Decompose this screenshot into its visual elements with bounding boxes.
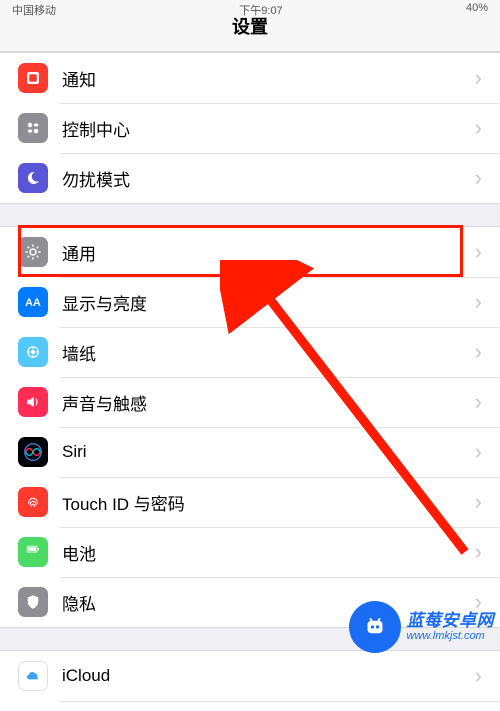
chevron-right-icon: ›	[475, 489, 482, 515]
chevron-right-icon: ›	[475, 115, 482, 141]
chevron-right-icon: ›	[475, 439, 482, 465]
watermark-logo-icon	[349, 601, 401, 653]
row-siri[interactable]: Siri ›	[0, 427, 500, 477]
row-label: 通知	[62, 66, 475, 91]
row-label: 墙纸	[62, 340, 475, 365]
svg-text:AA: AA	[25, 297, 41, 309]
status-bar: 中国移动 下午9:07 40%	[0, 2, 500, 18]
row-notifications[interactable]: 通知 ›	[0, 53, 500, 103]
row-display[interactable]: AA 显示与亮度 ›	[0, 277, 500, 327]
settings-group-2: iCloud › iTunes Store 与 App Store ›	[0, 650, 500, 711]
chevron-right-icon: ›	[475, 165, 482, 191]
row-wallpaper[interactable]: 墙纸 ›	[0, 327, 500, 377]
status-carrier: 中国移动	[12, 2, 56, 18]
chevron-right-icon: ›	[475, 289, 482, 315]
settings-group-1: 通用 › AA 显示与亮度 › 墙纸 › 声音与触感 ›	[0, 226, 500, 628]
row-label: 声音与触感	[62, 390, 475, 415]
notifications-icon	[18, 63, 48, 93]
row-touchid[interactable]: Touch ID 与密码 ›	[0, 477, 500, 527]
chevron-right-icon: ›	[475, 339, 482, 365]
row-label: 电池	[62, 540, 475, 565]
row-label: iCloud	[62, 666, 475, 686]
touchid-icon	[18, 487, 48, 517]
privacy-icon	[18, 587, 48, 617]
wallpaper-icon	[18, 337, 48, 367]
row-label: 勿扰模式	[62, 166, 475, 191]
display-icon: AA	[18, 287, 48, 317]
chevron-right-icon: ›	[475, 539, 482, 565]
row-icloud[interactable]: iCloud ›	[0, 651, 500, 701]
row-label: 通用	[62, 240, 475, 265]
watermark: 蓝莓安卓网 www.lmkjst.com	[349, 601, 495, 653]
row-label: 显示与亮度	[62, 290, 475, 315]
settings-screen: 中国移动 下午9:07 40% 设置 通知 › 控制中心 › 勿扰模式 ›	[0, 0, 500, 711]
watermark-title: 蓝莓安卓网	[407, 611, 495, 631]
chevron-right-icon: ›	[475, 663, 482, 689]
dnd-icon	[18, 163, 48, 193]
row-label: Touch ID 与密码	[62, 490, 475, 515]
status-battery: 40%	[466, 2, 488, 18]
row-do-not-disturb[interactable]: 勿扰模式 ›	[0, 153, 500, 203]
status-time: 下午9:07	[239, 2, 282, 18]
row-label: 控制中心	[62, 116, 475, 141]
icloud-icon	[18, 661, 48, 691]
control-center-icon	[18, 113, 48, 143]
general-icon	[18, 237, 48, 267]
row-control-center[interactable]: 控制中心 ›	[0, 103, 500, 153]
watermark-text: 蓝莓安卓网 www.lmkjst.com	[407, 611, 495, 643]
chevron-right-icon: ›	[475, 389, 482, 415]
chevron-right-icon: ›	[475, 239, 482, 265]
row-label: Siri	[62, 442, 475, 462]
settings-group-0: 通知 › 控制中心 › 勿扰模式 ›	[0, 52, 500, 204]
row-sounds[interactable]: 声音与触感 ›	[0, 377, 500, 427]
row-general[interactable]: 通用 ›	[0, 227, 500, 277]
chevron-right-icon: ›	[475, 65, 482, 91]
battery-icon	[18, 537, 48, 567]
row-battery[interactable]: 电池 ›	[0, 527, 500, 577]
sounds-icon	[18, 387, 48, 417]
watermark-url: www.lmkjst.com	[407, 630, 495, 643]
siri-icon	[18, 437, 48, 467]
row-itunes[interactable]: iTunes Store 与 App Store ›	[0, 701, 500, 711]
